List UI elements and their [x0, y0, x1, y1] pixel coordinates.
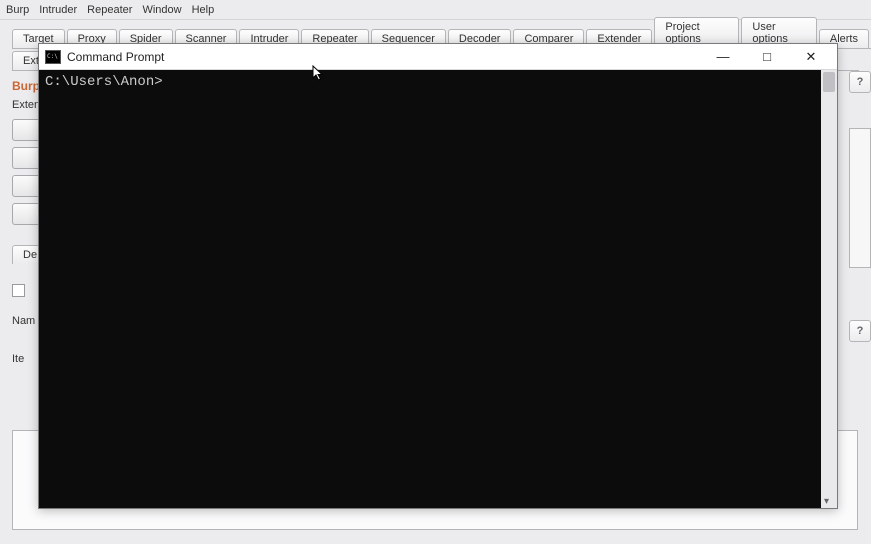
help-icon-2[interactable]: ?: [849, 320, 871, 342]
maximize-button[interactable]: □: [745, 44, 789, 70]
cmd-terminal[interactable]: C:\Users\Anon>: [39, 70, 821, 508]
cmd-body-wrap: C:\Users\Anon> ▾: [39, 70, 837, 508]
cmd-title: Command Prompt: [67, 50, 701, 64]
app-menubar: Burp Intruder Repeater Window Help: [0, 0, 871, 20]
extension-enabled-checkbox[interactable]: [12, 284, 25, 297]
minimize-button[interactable]: —: [701, 44, 745, 70]
menu-repeater[interactable]: Repeater: [87, 4, 132, 16]
cmd-scroll-arrow-down[interactable]: ▾: [824, 496, 834, 506]
menu-intruder[interactable]: Intruder: [39, 4, 77, 16]
menu-help[interactable]: Help: [192, 4, 215, 16]
help-icon[interactable]: ?: [849, 71, 871, 93]
menu-window[interactable]: Window: [142, 4, 181, 16]
cmd-scroll-thumb[interactable]: [823, 72, 835, 92]
menu-burp[interactable]: Burp: [6, 4, 29, 16]
close-button[interactable]: ✕: [789, 44, 833, 70]
cmd-titlebar[interactable]: Command Prompt — □ ✕: [39, 44, 837, 70]
command-prompt-window[interactable]: Command Prompt — □ ✕ C:\Users\Anon> ▾: [38, 43, 838, 509]
right-panel: [849, 128, 871, 268]
cmd-scrollbar[interactable]: ▾: [821, 70, 837, 508]
cmd-icon: [45, 50, 61, 64]
